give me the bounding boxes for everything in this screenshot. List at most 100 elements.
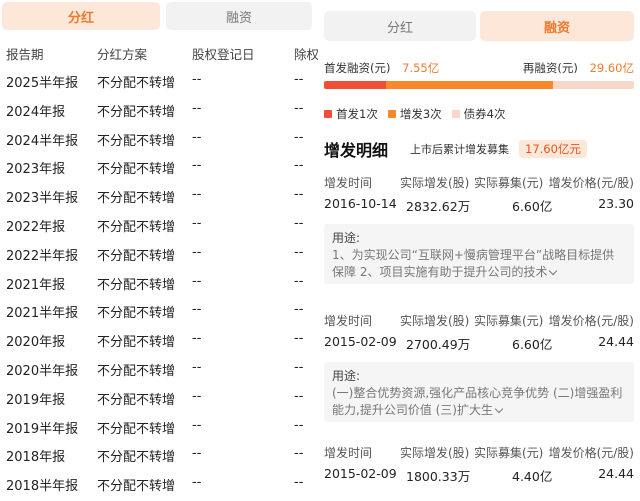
issue-value-row: 2016-10-14 2832.62万 6.60亿 23.30 [324,196,636,214]
header-dividend-plan: 分红方案 [97,47,148,62]
issued-shares: 1800.33万 [406,469,471,484]
header-issued-shares: 实际增发(股) [400,314,470,328]
table-row[interactable]: 2018半年报 不分配不转增 -- -- [0,469,318,498]
issue-record: 增发时间 实际增发(股) 实际募集(元) 增发价格(元/股) 2015-02-0… [324,312,636,422]
issue-price: 24.44 [598,466,634,481]
table-row[interactable]: 2021半年报 不分配不转增 -- -- [0,296,318,325]
cell-dividend-plan: 不分配不转增 [97,191,176,207]
cell-record-date: -- [192,359,202,375]
cell-dividend-plan: 不分配不转增 [97,479,176,495]
cell-record-date: -- [192,302,202,318]
cell-ex-date: -- [294,359,304,375]
cell-dividend-plan: 不分配不转增 [97,306,176,322]
cell-ex-date: -- [294,187,304,203]
table-row[interactable]: 2021年报 不分配不转增 -- -- [0,268,318,297]
table-row[interactable]: 2019年报 不分配不转增 -- -- [0,383,318,412]
chevron-down-icon[interactable] [494,404,504,414]
header-issued-shares: 实际增发(股) [400,446,470,460]
table-row[interactable]: 2022半年报 不分配不转增 -- -- [0,239,318,268]
table-row[interactable]: 2020半年报 不分配不转增 -- -- [0,354,318,383]
cell-record-date: -- [192,244,202,260]
issue-date: 2015-02-09 [324,334,397,349]
tab-dividend[interactable]: 分红 [324,11,476,41]
table-row[interactable]: 2018年报 不分配不转增 -- -- [0,440,318,469]
cell-record-date: -- [192,158,202,174]
cell-dividend-plan: 不分配不转增 [97,421,176,437]
cell-ex-date: -- [294,215,304,231]
table-row[interactable]: 2024年报 不分配不转增 -- -- [0,95,318,124]
purpose-label: 用途: [332,369,361,383]
cell-record-date: -- [192,100,202,116]
table-row[interactable]: 2022年报 不分配不转增 -- -- [0,210,318,239]
header-issue-date: 增发时间 [324,446,373,460]
tab-dividend[interactable]: 分红 [2,2,160,30]
cell-ex-date: -- [294,158,304,174]
legend-item: 债券4次 [451,106,505,122]
cell-ex-date: -- [294,100,304,116]
issue-header-row: 增发时间 实际增发(股) 实际募集(元) 增发价格(元/股) [324,174,636,190]
purpose-box[interactable]: 用途: 1、为实现公司“互联网+慢病管理平台”战略目标提供保障 2、项目实施有助… [324,224,634,284]
cell-record-date: -- [192,273,202,289]
cell-ex-date: -- [294,417,304,433]
bar-segment [324,81,386,89]
cell-record-date: -- [192,72,202,87]
issue-date: 2015-02-09 [324,466,397,481]
header-raised-amount: 实际募集(元) [474,176,544,190]
cell-record-date: -- [192,417,202,433]
header-issue-date: 增发时间 [324,176,373,190]
table-row[interactable]: 2019半年报 不分配不转增 -- -- [0,412,318,441]
issue-price: 24.44 [598,334,634,349]
cell-dividend-plan: 不分配不转增 [97,335,176,351]
cell-ex-date: -- [294,446,304,462]
cell-ex-date: -- [294,244,304,260]
financing-summary: 首发融资(元) 7.55亿 再融资(元) 29.60亿 [324,60,636,76]
cell-report-period: 2024半年报 [6,133,79,149]
tab-financing[interactable]: 融资 [480,11,634,41]
table-row[interactable]: 2023半年报 不分配不转增 -- -- [0,181,318,210]
legend-label: 增发3次 [399,107,442,121]
cell-record-date: -- [192,388,202,404]
table-row[interactable]: 2024半年报 不分配不转增 -- -- [0,124,318,153]
table-row[interactable]: 2023年报 不分配不转增 -- -- [0,152,318,181]
table-row[interactable]: 2020年报 不分配不转增 -- -- [0,325,318,354]
chevron-down-icon[interactable] [549,266,558,276]
issue-value-row: 2015-02-09 1800.33万 4.40亿 24.44 [324,466,636,484]
table-row[interactable]: 2025半年报 不分配不转增 -- -- [0,66,318,95]
raised-amount: 6.60亿 [512,199,553,214]
legend-swatch [451,110,460,118]
purpose-label: 用途: [332,231,361,245]
purpose-box[interactable]: 用途: (一)整合优势资源,强化产品核心竞争优势 (二)增强盈利能力,提升公司价… [324,362,634,422]
legend-swatch [387,110,396,118]
cell-ex-date: -- [294,129,304,145]
cell-dividend-plan: 不分配不转增 [97,162,176,178]
cell-ex-date: -- [294,302,304,318]
financing-legend: 首发1次 增发3次 债券4次 [324,106,515,122]
cell-report-period: 2023半年报 [6,191,79,207]
first-financing-label: 首发融资(元) [324,61,391,75]
header-report-period: 报告期 [6,47,44,62]
cell-report-period: 2025半年报 [6,76,79,91]
tab-bar: 分红 融资 [0,2,312,30]
cell-record-date: -- [192,331,202,347]
cell-dividend-plan: 不分配不转增 [97,450,176,466]
financing-proportion-bar [324,81,634,89]
cell-report-period: 2019半年报 [6,421,79,437]
cell-report-period: 2024年报 [6,104,66,120]
summary-value-badge: 17.60亿元 [519,140,587,158]
cell-report-period: 2022年报 [6,219,66,235]
issue-record: 增发时间 实际增发(股) 实际募集(元) 增发价格(元/股) 2016-10-1… [324,174,636,284]
tab-bar: 分红 融资 [322,2,634,41]
first-financing-value: 7.55亿 [402,61,440,75]
dividend-table-body: 2025半年报 不分配不转增 -- -- 2024年报 不分配不转增 -- -- 2024半年报… [0,66,318,498]
cell-record-date: -- [192,129,202,145]
bar-segment [386,81,554,89]
header-raised-amount: 实际募集(元) [474,446,544,460]
raised-amount: 4.40亿 [512,469,553,484]
cell-dividend-plan: 不分配不转增 [97,133,176,149]
financing-panel: 分红 融资 首发融资(元) 7.55亿 再融资(元) 29.60亿 首发1次 增发… [322,0,640,501]
tab-financing[interactable]: 融资 [166,2,312,30]
cell-report-period: 2020半年报 [6,363,79,379]
cell-record-date: -- [192,187,202,203]
issue-date: 2016-10-14 [324,196,397,211]
header-issue-price: 增发价格(元/股) [548,446,634,460]
